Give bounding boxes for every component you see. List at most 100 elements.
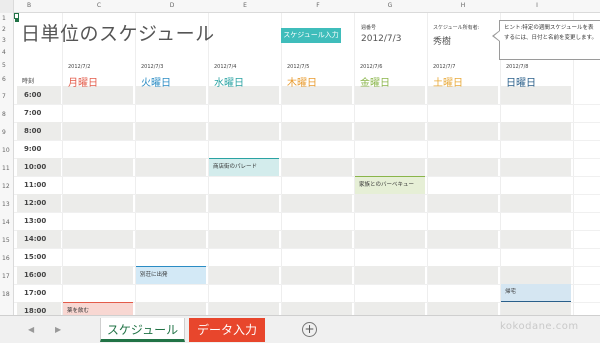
schedule-slot[interactable] [63,158,133,176]
schedule-slot[interactable] [136,158,206,176]
schedule-slot[interactable] [501,122,571,140]
day-name: 月曜日 [68,78,98,89]
row-header-3[interactable]: 3 [2,37,6,44]
schedule-slot[interactable] [63,230,133,248]
schedule-slot[interactable] [209,194,279,212]
owner-value[interactable]: 秀樹 [433,34,451,47]
schedule-slot[interactable] [501,266,571,284]
schedule-slot[interactable] [209,122,279,140]
tab-data-entry[interactable]: データ入力 [189,318,265,342]
column-header-bar: B C D E F G H I [0,0,600,13]
column-header-c[interactable]: C [97,2,101,9]
time-label: 6:00 [24,91,42,99]
week-start-label: 週番号 [361,25,377,31]
schedule-slot[interactable] [355,230,425,248]
schedule-slot[interactable] [355,266,425,284]
schedule-slot[interactable] [209,230,279,248]
column-header-b[interactable]: B [27,2,31,9]
tab-scroll-left-icon[interactable]: ◀ [28,325,34,334]
row-header-13[interactable]: 13 [2,201,10,208]
day-date[interactable]: 2012/7/4 [214,64,236,70]
row-header-8[interactable]: 8 [2,111,6,118]
schedule-slot[interactable] [63,266,133,284]
schedule-slot[interactable] [282,158,352,176]
schedule-slot[interactable] [63,122,133,140]
schedule-slot[interactable] [428,194,498,212]
time-label: 8:00 [24,127,42,135]
day-date[interactable]: 2012/7/7 [433,64,455,70]
watermark: kokodane.com [500,321,579,332]
row-header-2[interactable]: 2 [2,26,6,33]
schedule-slot[interactable] [428,158,498,176]
row-header-18[interactable]: 18 [2,291,10,298]
schedule-slot[interactable] [501,194,571,212]
week-start-value[interactable]: 2012/7/3 [361,34,401,44]
schedule-event[interactable]: 別荘に出発 [136,266,206,284]
time-label: 9:00 [24,145,42,153]
row-header-9[interactable]: 9 [2,129,6,136]
time-label: 7:00 [24,109,42,117]
row-header-17[interactable]: 17 [2,273,10,280]
day-date[interactable]: 2012/7/8 [506,64,528,70]
row-header-15[interactable]: 15 [2,237,10,244]
schedule-slot[interactable] [282,230,352,248]
schedule-slot[interactable] [501,158,571,176]
day-name: 水曜日 [214,78,244,89]
schedule-slot[interactable] [209,266,279,284]
hint-callout: ヒント:特定の週間スケジュールを表 するには、日付と名前を変更します。 [499,20,600,60]
column-header-g[interactable]: G [388,2,393,9]
schedule-slot[interactable] [282,194,352,212]
schedule-slot[interactable] [136,230,206,248]
row-header-14[interactable]: 14 [2,219,10,226]
column-header-e[interactable]: E [243,2,247,9]
time-column-header: 時刻 [22,78,35,85]
schedule-slot[interactable] [428,122,498,140]
schedule-slot[interactable] [136,122,206,140]
day-date[interactable]: 2012/7/5 [287,64,309,70]
row-header-7[interactable]: 7 [2,93,6,100]
schedule-slot[interactable] [282,266,352,284]
schedule-slot[interactable] [501,230,571,248]
row-header-16[interactable]: 16 [2,255,10,262]
hint-line-2: するには、日付と名前を変更します。 [504,35,597,41]
schedule-input-button[interactable]: スケジュール入力 〉 [281,28,341,54]
row-header-12[interactable]: 12 [2,183,10,190]
schedule-slot[interactable] [355,194,425,212]
schedule-slot[interactable] [282,122,352,140]
row-header-5[interactable]: 5 [2,62,6,69]
schedule-slot[interactable] [355,122,425,140]
row-header-6[interactable]: 6 [2,76,6,83]
schedule-event[interactable]: 帰宅 [501,284,571,302]
schedule-event[interactable]: 商店街のパレード [209,158,279,176]
schedule-slot[interactable] [63,194,133,212]
schedule-slot[interactable] [428,230,498,248]
day-date[interactable]: 2012/7/6 [360,64,382,70]
row-header-bar: 1 2 3 4 5 6 7 8 9 10 11 12 13 14 15 16 17 18 [0,13,14,315]
grid-hline [14,104,600,105]
tab-schedule[interactable]: スケジュール [100,318,185,342]
day-name: 日曜日 [506,78,536,89]
grid-hline [14,248,600,249]
row-header-11[interactable]: 11 [2,165,10,172]
column-header-i[interactable]: I [536,2,538,9]
column-header-h[interactable]: H [461,2,466,9]
add-sheet-button[interactable]: + [302,322,317,337]
time-label: 13:00 [24,217,47,225]
schedule-slot[interactable] [136,194,206,212]
day-date[interactable]: 2012/7/2 [68,64,90,70]
fill-handle[interactable] [15,18,19,22]
time-label: 11:00 [24,181,47,189]
row-header-4[interactable]: 4 [2,49,6,56]
column-header-f[interactable]: F [316,2,319,9]
row-header-1[interactable]: 1 [2,15,6,22]
hint-callout-arrow-inner [494,31,500,41]
tab-scroll-right-icon[interactable]: ▶ [55,325,61,334]
column-header-d[interactable]: D [170,2,175,9]
select-all-corner[interactable] [0,0,14,13]
schedule-slot[interactable] [355,158,425,176]
schedule-event[interactable]: 家族とのバーベキュー [355,176,425,194]
day-date[interactable]: 2012/7/3 [141,64,163,70]
row-header-10[interactable]: 10 [2,147,10,154]
time-label: 15:00 [24,253,47,261]
schedule-slot[interactable] [428,266,498,284]
